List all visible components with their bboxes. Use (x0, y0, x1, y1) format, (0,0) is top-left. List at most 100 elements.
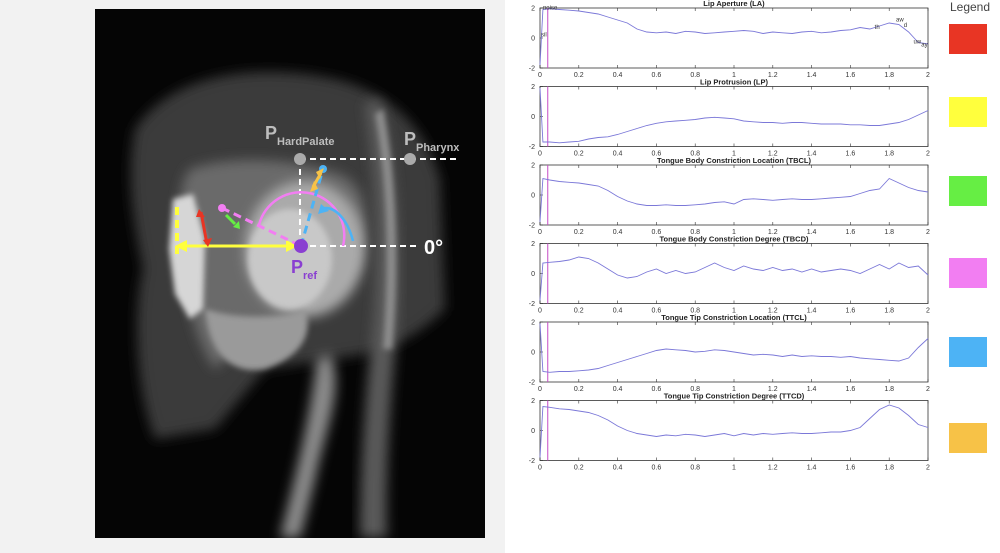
phone-annotation: ay (921, 42, 927, 48)
x-tick-label: 0.4 (613, 72, 623, 79)
chart-title: Tongue Body Constriction Degree (TBCD) (659, 235, 809, 244)
legend: Legend (935, 0, 1000, 553)
chart-title: Tongue Body Constriction Location (TBCL) (657, 156, 812, 165)
y-tick-label: -2 (529, 458, 535, 465)
y-tick-label: 2 (531, 6, 535, 13)
chart-4: Tongue Body Constriction Degree (TBCD) 0 0… (529, 235, 930, 315)
hard-palate-label-sub: HardPalate (277, 136, 334, 148)
legend-swatch-3 (949, 176, 987, 206)
pharynx-point (404, 153, 416, 165)
y-tick-label: -2 (529, 223, 535, 230)
phone-annotation: noise (543, 6, 558, 12)
y-tick-label: 2 (531, 320, 535, 327)
ref-label: P (291, 257, 303, 277)
x-tick-label: 1.6 (846, 72, 856, 79)
x-tick-label: 0.2 (574, 151, 584, 158)
x-tick-label: 0.4 (613, 465, 623, 472)
x-tick-label: 1.8 (884, 308, 894, 315)
x-tick-label: 0.8 (690, 72, 700, 79)
y-tick-label: -2 (529, 66, 535, 73)
phone-annotation: d (904, 23, 907, 29)
x-tick-label: 0.6 (652, 308, 662, 315)
x-tick-label: 0 (538, 72, 542, 79)
articulatory-plots: Lip Aperture (LA) 0 0.2 0.4 0.6 0.8 1 1.2 1.4 1.6… (529, 0, 930, 472)
x-tick-label: 0 (538, 229, 542, 236)
chart-title: Tongue Tip Constriction Location (TTCL) (661, 313, 807, 322)
x-tick-label: 0.4 (613, 229, 623, 236)
legend-swatch-6 (949, 423, 987, 453)
x-tick-label: 0.8 (690, 465, 700, 472)
x-tick-label: 1.8 (884, 72, 894, 79)
chart-title: Lip Protrusion (LP) (700, 78, 768, 87)
x-tick-label: 0.6 (652, 386, 662, 393)
x-tick-label: 1.2 (768, 465, 778, 472)
x-tick-label: 0.4 (613, 386, 623, 393)
x-tick-label: 2 (926, 386, 930, 393)
x-tick-label: 1.4 (807, 386, 817, 393)
y-tick-label: 2 (531, 84, 535, 91)
x-tick-label: 0.4 (613, 308, 623, 315)
x-tick-label: 1.8 (884, 386, 894, 393)
ref-point (294, 239, 308, 253)
chart-axes-box (539, 7, 929, 69)
chart-2: Lip Protrusion (LP)0 0.2 0.4 0.6 0.8 1 1.2 1.4 1… (529, 78, 930, 158)
y-tick-label: 0 (531, 350, 535, 357)
y-tick-label: 0 (531, 271, 535, 278)
phone-annotation: th (875, 25, 880, 31)
x-tick-label: 0 (538, 465, 542, 472)
x-tick-label: 2 (926, 229, 930, 236)
x-tick-label: 0.2 (574, 465, 584, 472)
x-tick-label: 0.6 (652, 465, 662, 472)
legend-swatch-5 (949, 337, 987, 367)
x-tick-label: 1.6 (846, 229, 856, 236)
chart-axes-box (539, 400, 929, 461)
x-tick-label: 0.2 (574, 308, 584, 315)
y-tick-label: 2 (531, 163, 535, 170)
x-tick-label: 1.8 (884, 151, 894, 158)
chart-6: Tongue Tip Constriction Degree (TTCD) 0 0.… (529, 392, 930, 472)
legend-swatch-4 (949, 258, 987, 288)
y-tick-label: 0 (531, 114, 535, 121)
x-tick-label: 2 (926, 465, 930, 472)
mri-image-panel: P HardPalate P Pharynx P ref 0° (95, 9, 485, 538)
x-tick-label: 0 (538, 151, 542, 158)
legend-swatch-1 (949, 24, 987, 54)
y-tick-label: -2 (529, 301, 535, 308)
x-tick-label: 1.4 (807, 308, 817, 315)
chart-3: Tongue Body Constriction Location (TBCL)… (529, 156, 930, 236)
hard-palate-point (294, 153, 306, 165)
x-tick-label: 1.4 (807, 465, 817, 472)
hard-palate-label: P (265, 123, 277, 143)
legend-title: Legend (949, 0, 991, 14)
x-tick-label: 1.8 (884, 465, 894, 472)
x-tick-label: 0.4 (613, 151, 623, 158)
chart-5: Tongue Tip Constriction Location (TTCL) 0… (529, 313, 930, 393)
y-tick-label: 2 (531, 241, 535, 248)
y-tick-label: -2 (529, 380, 535, 387)
pharynx-label-sub: Pharynx (416, 142, 460, 154)
legend-swatch-2 (949, 97, 987, 127)
x-tick-label: 1.6 (846, 465, 856, 472)
y-tick-label: 0 (531, 428, 535, 435)
x-tick-label: 1.8 (884, 229, 894, 236)
x-tick-label: 0 (538, 308, 542, 315)
x-tick-label: 0.2 (574, 229, 584, 236)
y-tick-label: 0 (531, 193, 535, 200)
x-tick-label: 0.6 (652, 72, 662, 79)
chart-axes-box (539, 243, 929, 304)
x-tick-label: 1 (732, 465, 736, 472)
x-tick-label: 0 (538, 386, 542, 393)
phone-annotation: sil (541, 33, 547, 39)
mri-image: P HardPalate P Pharynx P ref 0° (130, 71, 460, 538)
y-tick-label: 0 (531, 36, 535, 43)
x-tick-label: 1.4 (807, 72, 817, 79)
chart-title: Tongue Tip Constriction Degree (TTCD) (664, 392, 805, 401)
y-tick-label: -2 (529, 144, 535, 151)
zero-angle-label: 0° (424, 237, 443, 259)
chart-1: Lip Aperture (LA)0 0.2 0.4 0.6 0.8 1 1.2 1.4 1.6… (529, 0, 930, 79)
x-tick-label: 2 (926, 72, 930, 79)
x-tick-label: 2 (926, 151, 930, 158)
ref-label-sub: ref (303, 270, 317, 282)
x-tick-label: 1.6 (846, 151, 856, 158)
x-tick-label: 1.6 (846, 308, 856, 315)
